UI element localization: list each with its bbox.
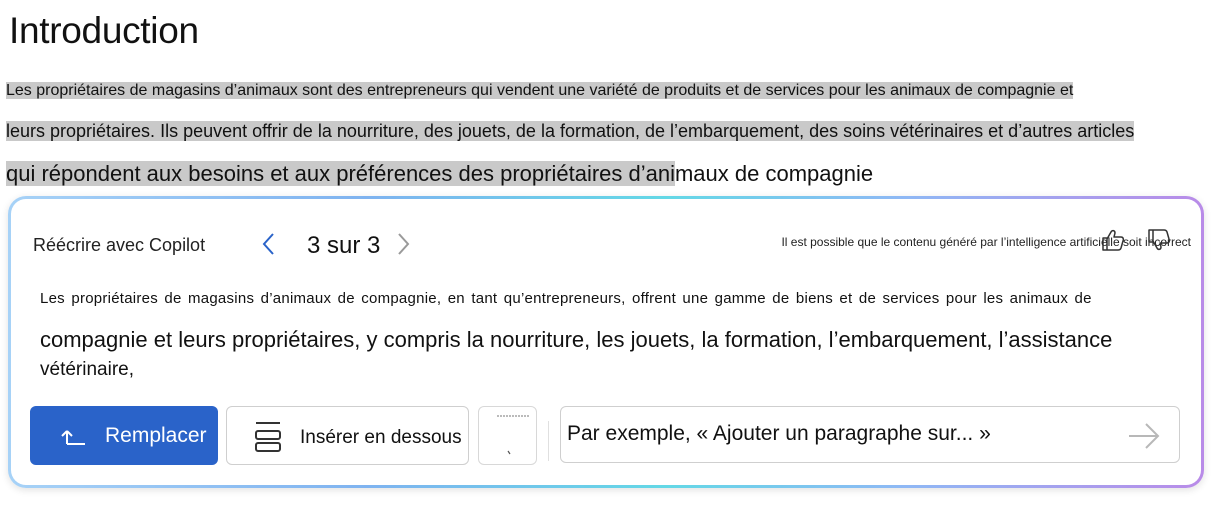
- rewritten-line-1: Les propriétaires de magasins d’animaux …: [40, 290, 1092, 307]
- copilot-rewrite-panel: Réécrire avec Copilot 3 sur 3 Il est pos…: [8, 196, 1204, 488]
- rewritten-line-2: compagnie et leurs propriétaires, y comp…: [40, 327, 1113, 352]
- next-suggestion-button[interactable]: [393, 229, 413, 259]
- thumbs-up-button[interactable]: [1100, 227, 1126, 253]
- prompt-box: [560, 406, 1180, 463]
- chevron-left-icon: [262, 233, 274, 255]
- document-line-3[interactable]: qui répondent aux besoins et aux préfére…: [6, 154, 873, 190]
- toolbar-divider: [548, 421, 549, 461]
- document-line-2[interactable]: leurs propriétaires. Ils peuvent offrir …: [6, 114, 1135, 148]
- rewritten-line-3: vétérinaire,: [40, 359, 134, 380]
- prompt-input[interactable]: [567, 417, 1107, 451]
- replace-button[interactable]: Remplacer: [30, 406, 218, 465]
- copilot-panel-body: Réécrire avec Copilot 3 sur 3 Il est pos…: [11, 199, 1201, 485]
- arrow-right-icon: [1129, 423, 1160, 449]
- previous-suggestion-button[interactable]: [259, 229, 279, 259]
- ai-disclaimer: Il est possible que le contenu généré pa…: [781, 235, 1191, 249]
- rewritten-text: Les propriétaires de magasins d’animaux …: [40, 285, 1170, 383]
- document-line-1[interactable]: Les propriétaires de magasins d’animaux …: [6, 74, 1074, 108]
- more-options-button[interactable]: [478, 406, 537, 465]
- unselected-text: maux de compagnie: [674, 161, 874, 186]
- insert-below-label: Insérer en dessous: [300, 427, 462, 448]
- page-title: Introduction: [9, 10, 199, 51]
- thumbs-down-icon: [1148, 229, 1171, 251]
- panel-title: Réécrire avec Copilot: [33, 235, 206, 255]
- more-options-icon: [497, 415, 529, 455]
- selected-text: leurs propriétaires. Ils peuvent offrir …: [6, 121, 1135, 141]
- thumbs-down-button[interactable]: [1146, 227, 1172, 253]
- insert-below-icon: [255, 422, 281, 452]
- thumbs-up-icon: [1102, 229, 1125, 251]
- replace-arrow-icon: [61, 430, 85, 445]
- send-button[interactable]: [1127, 421, 1161, 451]
- replace-label: Remplacer: [105, 424, 207, 447]
- chevron-right-icon: [398, 233, 410, 255]
- selected-text: Les propriétaires de magasins d’animaux …: [6, 82, 1074, 99]
- selected-text: qui répondent aux besoins et aux préfére…: [6, 161, 675, 186]
- insert-below-button[interactable]: Insérer en dessous: [226, 406, 469, 465]
- suggestion-counter: 3 sur 3: [307, 232, 381, 259]
